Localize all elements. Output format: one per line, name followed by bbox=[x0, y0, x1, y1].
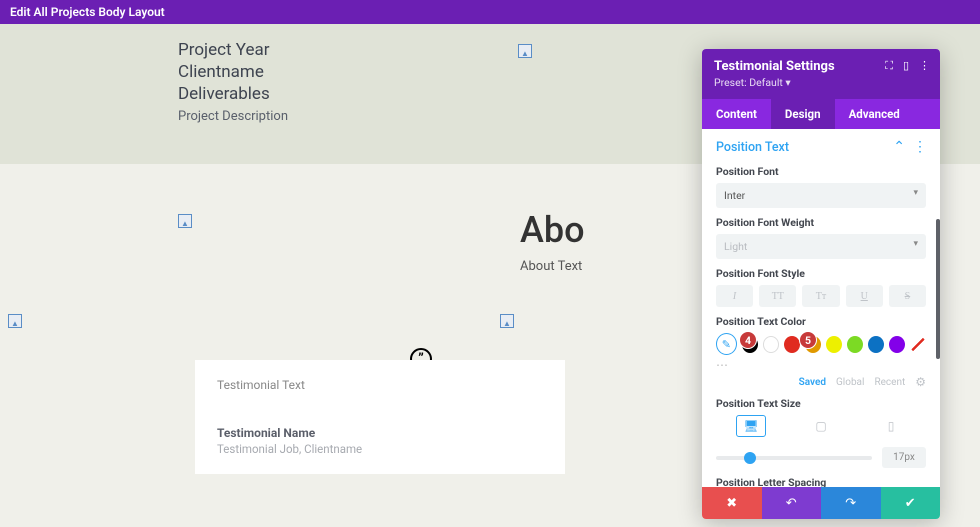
eyedropper-button[interactable]: ✎ bbox=[716, 333, 737, 355]
tab-advanced[interactable]: Advanced bbox=[835, 99, 914, 129]
placeholder-image-icon bbox=[518, 44, 532, 58]
weight-select[interactable]: Light▾ bbox=[716, 234, 926, 259]
underline-button[interactable]: U bbox=[846, 285, 883, 307]
font-select[interactable]: Inter▾ bbox=[716, 183, 926, 208]
about-text: About Text bbox=[520, 259, 585, 274]
swatch-purple[interactable] bbox=[889, 336, 905, 353]
section-title[interactable]: Position Text bbox=[716, 140, 789, 155]
size-slider[interactable] bbox=[716, 456, 872, 460]
letter-label: Position Letter Spacing bbox=[716, 476, 926, 487]
testimonial-name: Testimonial Name bbox=[217, 426, 543, 440]
swatch-none[interactable] bbox=[910, 336, 926, 353]
swatch-lime[interactable] bbox=[847, 336, 863, 353]
swatch-white[interactable] bbox=[763, 336, 779, 353]
undo-button[interactable]: ↶ bbox=[762, 487, 822, 519]
tab-design[interactable]: Design bbox=[771, 99, 835, 129]
font-label: Position Font bbox=[716, 165, 926, 178]
style-label: Position Font Style bbox=[716, 267, 926, 280]
device-phone-button[interactable]: ▯ bbox=[876, 415, 906, 437]
annotation-badge-4: 4 bbox=[739, 331, 757, 349]
settings-body: Position Text ⌃ ⋮ Position Font Inter▾ P… bbox=[702, 129, 940, 487]
section-more-icon[interactable]: ⋮ bbox=[913, 145, 926, 149]
placeholder-image-icon bbox=[8, 314, 22, 328]
placeholder-image-icon bbox=[178, 214, 192, 228]
size-value[interactable]: 17px bbox=[882, 447, 926, 468]
redo-button[interactable]: ↷ bbox=[821, 487, 881, 519]
testimonial-job: Testimonial Job, Clientname bbox=[217, 442, 543, 456]
canvas: Project Year Clientname Deliverables Pro… bbox=[0, 24, 980, 527]
settings-preset[interactable]: Preset: Default ▾ bbox=[714, 76, 928, 89]
device-tablet-button[interactable]: ▢ bbox=[806, 415, 836, 437]
columns-icon[interactable]: ▯ bbox=[903, 59, 909, 73]
scrollbar[interactable] bbox=[936, 219, 940, 359]
testimonial-box: Testimonial Text Testimonial Name Testim… bbox=[195, 360, 565, 474]
swatch-red[interactable] bbox=[784, 336, 800, 353]
strike-button[interactable]: S bbox=[889, 285, 926, 307]
caret-icon: ▾ bbox=[913, 239, 918, 249]
device-desktop-button[interactable]: 🖥 bbox=[736, 415, 766, 437]
weight-label: Position Font Weight bbox=[716, 216, 926, 229]
placeholder-image-icon bbox=[500, 314, 514, 328]
about-block: Abo About Text bbox=[520, 209, 585, 274]
italic-button[interactable]: I bbox=[716, 285, 753, 307]
size-label: Position Text Size bbox=[716, 397, 926, 410]
color-tab-saved[interactable]: Saved bbox=[799, 377, 826, 388]
color-tab-global[interactable]: Global bbox=[836, 377, 864, 388]
swatch-yellow[interactable] bbox=[826, 336, 842, 353]
settings-panel: Testimonial Settings Preset: Default ▾ ⛶… bbox=[702, 49, 940, 519]
cancel-button[interactable]: ✖ bbox=[702, 487, 762, 519]
settings-footer: ✖ ↶ ↷ ✔ bbox=[702, 487, 940, 519]
color-label: Position Text Color bbox=[716, 315, 926, 328]
tab-content[interactable]: Content bbox=[702, 99, 771, 129]
expand-icon[interactable]: ⛶ bbox=[885, 59, 893, 73]
settings-tabs: Content Design Advanced bbox=[702, 99, 940, 129]
smallcaps-button[interactable]: Tᴛ bbox=[802, 285, 839, 307]
more-icon[interactable]: ⋮ bbox=[919, 59, 930, 73]
uppercase-button[interactable]: TT bbox=[759, 285, 796, 307]
caret-icon: ▾ bbox=[913, 188, 918, 198]
gear-icon[interactable]: ⚙ bbox=[915, 375, 926, 389]
settings-header: Testimonial Settings Preset: Default ▾ ⛶… bbox=[702, 49, 940, 99]
color-tab-recent[interactable]: Recent bbox=[874, 377, 905, 388]
about-heading: Abo bbox=[520, 209, 585, 251]
more-swatches-icon[interactable]: ⋯ bbox=[716, 358, 926, 372]
swatch-blue[interactable] bbox=[868, 336, 884, 353]
testimonial-text: Testimonial Text bbox=[217, 378, 543, 392]
annotation-badge-5: 5 bbox=[799, 331, 817, 349]
top-bar: Edit All Projects Body Layout bbox=[0, 0, 980, 24]
collapse-icon[interactable]: ⌃ bbox=[893, 139, 905, 155]
save-button[interactable]: ✔ bbox=[881, 487, 941, 519]
